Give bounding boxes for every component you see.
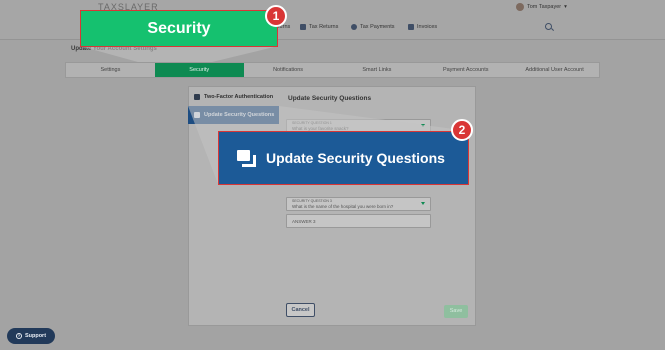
nav-tax-returns[interactable]: Tax Returns	[300, 24, 338, 30]
callout-update-security-questions: Update Security Questions	[218, 131, 469, 185]
tab-notifications[interactable]: Notifications	[244, 63, 333, 77]
callout-security: Security	[80, 10, 278, 47]
security-question-3-select[interactable]: SECURITY QUESTION 3 What is the name of …	[286, 197, 431, 211]
chevron-down-icon	[421, 202, 425, 205]
callout-badge-1: 1	[265, 5, 287, 27]
invoice-icon	[408, 24, 414, 30]
tab-additional-user-account[interactable]: Additional User Account	[510, 63, 599, 77]
chat-bubbles-icon	[194, 112, 200, 118]
cancel-button[interactable]: Cancel	[286, 303, 315, 317]
search-icon[interactable]	[545, 23, 552, 30]
chevron-down-icon	[421, 124, 425, 127]
dollar-icon	[351, 24, 357, 30]
tab-settings[interactable]: Settings	[66, 63, 155, 77]
sidebar-item-two-factor[interactable]: Two-Factor Authentication	[188, 88, 279, 106]
support-button[interactable]: ? Support	[7, 328, 55, 344]
help-icon: ?	[15, 333, 22, 339]
avatar	[516, 3, 524, 11]
content-title: Update Security Questions	[288, 95, 372, 102]
answer-3-input[interactable]: ANSWER 3	[286, 214, 431, 228]
tab-smart-links[interactable]: Smart Links	[332, 63, 421, 77]
user-name: Tom Taxpayer	[527, 4, 562, 10]
chat-bubbles-icon	[237, 149, 256, 167]
nav-invoices[interactable]: Invoices	[408, 24, 437, 30]
tab-payment-accounts[interactable]: Payment Accounts	[421, 63, 510, 77]
shield-icon	[194, 94, 200, 100]
sidebar-item-security-questions[interactable]: Update Security Questions	[188, 106, 279, 124]
chevron-down-icon: ▾	[564, 4, 567, 10]
settings-tabs: Settings Security Notifications Smart Li…	[65, 62, 600, 78]
callout-badge-2: 2	[451, 119, 473, 141]
user-menu[interactable]: Tom Taxpayer ▾	[516, 3, 567, 11]
tab-security[interactable]: Security	[154, 63, 244, 77]
save-button[interactable]: Save	[444, 305, 468, 318]
nav-tax-payments[interactable]: Tax Payments	[351, 24, 395, 30]
document-icon	[300, 24, 306, 30]
